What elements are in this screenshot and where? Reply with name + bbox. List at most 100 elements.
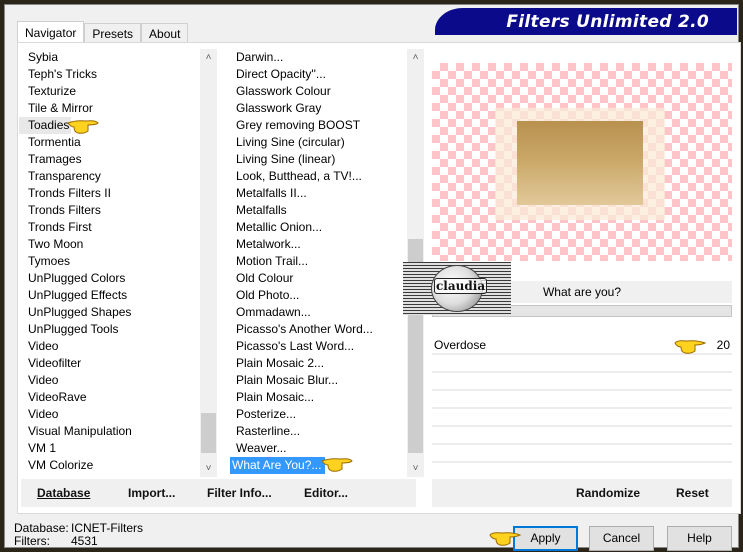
pointing-hand-icon [674,340,707,354]
list-item[interactable]: Tronds Filters II [19,185,201,202]
list-item[interactable]: UnPlugged Colors [19,270,201,287]
database-button[interactable]: Database [37,486,90,500]
tab-navigator[interactable]: Navigator [17,21,85,43]
category-scrollbar[interactable]: ˄ ˅ [200,49,217,477]
help-button[interactable]: Help [667,526,732,551]
list-item[interactable]: Posterize... [227,406,408,423]
parameter-row[interactable] [432,391,732,409]
filters-count-value: 4531 [71,534,98,548]
list-item-label: Texturize [28,84,77,98]
list-item[interactable]: UnPlugged Effects [19,287,201,304]
list-item[interactable]: Ommadawn... [227,304,408,321]
navigator-panel: Sybia Teph's Tricks Texturize Tile & Mirror… [17,42,741,514]
list-item[interactable]: Video [19,372,201,389]
list-item-label: Glasswork Colour [236,84,331,98]
list-item-label: Weaver... [236,441,287,455]
list-item[interactable]: Living Sine (linear) [227,151,408,168]
list-item[interactable]: UnPlugged Tools [19,321,201,338]
list-item-label: Old Colour [236,271,294,285]
left-button-bar: Database Import... Filter Info... Editor… [21,479,416,507]
cancel-button[interactable]: Cancel [589,526,654,551]
list-item-label: Metalwork... [236,237,301,251]
list-item[interactable]: Videofilter [19,355,201,372]
list-item[interactable]: Video [19,338,201,355]
parameter-row[interactable] [432,373,732,391]
parameter-row[interactable] [432,427,732,445]
list-item[interactable]: Plain Mosaic 2... [227,355,408,372]
right-button-bar: Randomize Reset [432,479,732,507]
list-item[interactable]: Picasso's Last Word... [227,338,408,355]
list-item-label: UnPlugged Shapes [28,305,132,319]
list-item[interactable]: Glasswork Gray [227,100,408,117]
list-item[interactable]: VM Distortion [19,474,201,477]
list-item-label: Living Sine (linear) [236,152,336,166]
list-item[interactable]: Weaver... [227,440,408,457]
list-item[interactable]: Sybia [19,49,201,66]
parameter-row[interactable] [432,355,732,373]
list-item[interactable]: Two Moon [19,236,201,253]
list-item[interactable]: Video [19,406,201,423]
list-item[interactable]: Tile & Mirror [19,100,201,117]
list-item[interactable]: Direct Opacity''... [227,66,408,83]
watermark-text: claudia [434,278,488,294]
filter-list[interactable]: Darwin... Direct Opacity''... Glasswork Co… [227,49,408,477]
list-item[interactable]: Transparency [19,168,201,185]
list-item-label: Sybia [28,50,59,64]
tab-presets[interactable]: Presets [84,23,142,43]
list-item[interactable]: VM 1 [19,440,201,457]
reset-button[interactable]: Reset [676,486,709,500]
list-item[interactable]: Tormentia [19,134,201,151]
list-item[interactable]: Teph's Tricks [19,66,201,83]
list-item[interactable]: Motion Trail... [227,253,408,270]
parameter-row[interactable] [432,409,732,427]
list-item[interactable]: UnPlugged Shapes [19,304,201,321]
list-item[interactable]: Texturize [19,83,201,100]
scroll-up-icon[interactable]: ˄ [407,49,424,66]
apply-button[interactable]: Apply [513,526,578,551]
list-item-label: Rasterline... [236,424,301,438]
randomize-button[interactable]: Randomize [576,486,640,500]
filter-info-button[interactable]: Filter Info... [207,486,272,500]
list-item[interactable]: Picasso's Another Word... [227,321,408,338]
list-item[interactable]: Toadies [19,117,201,134]
category-list[interactable]: Sybia Teph's Tricks Texturize Tile & Mirror… [19,49,201,477]
scroll-down-icon[interactable]: ˅ [407,460,424,477]
list-item-label: Teph's Tricks [28,67,97,81]
list-item[interactable]: Tymoes [19,253,201,270]
list-item[interactable]: Tronds Filters [19,202,201,219]
list-item[interactable]: Rasterline... [227,423,408,440]
list-item[interactable]: Metalfalls II... [227,185,408,202]
list-item[interactable]: Tronds First [19,219,201,236]
scroll-thumb[interactable] [201,413,216,453]
list-item[interactable]: Look, Butthead, a TV!... [227,168,408,185]
list-item[interactable]: VM Colorize [19,457,201,474]
list-item[interactable]: Darwin... [227,49,408,66]
list-item[interactable]: Metalwork... [227,236,408,253]
list-item-label: Metalfalls II... [236,186,307,200]
list-item-label: Old Photo... [236,288,300,302]
scroll-down-icon[interactable]: ˅ [200,460,217,477]
list-item[interactable]: Old Photo... [227,287,408,304]
list-item[interactable]: Glasswork Colour [227,83,408,100]
tab-about[interactable]: About [141,23,189,43]
list-item[interactable]: What Are You?... [227,457,408,474]
list-item-label: Transparency [28,169,101,183]
scroll-up-icon[interactable]: ˄ [200,49,217,66]
list-item[interactable]: Grey removing BOOST [227,117,408,134]
list-item[interactable]: Visual Manipulation [19,423,201,440]
list-item[interactable]: Tramages [19,151,201,168]
list-item[interactable]: Metalfalls [227,202,408,219]
list-item[interactable]: VideoRave [19,389,201,406]
list-item[interactable]: Metallic Onion... [227,219,408,236]
import-button[interactable]: Import... [128,486,175,500]
editor-button[interactable]: Editor... [304,486,348,500]
list-item-label: Videofilter [28,356,82,370]
list-item-label: Video [28,407,59,421]
list-item[interactable]: Plain Mosaic... [227,389,408,406]
list-item[interactable]: Old Colour [227,270,408,287]
list-item-label: Living Sine (circular) [236,135,345,149]
parameter-row[interactable] [432,445,732,463]
list-item[interactable]: Living Sine (circular) [227,134,408,151]
list-item[interactable]: Plain Mosaic Blur... [227,372,408,389]
parameter-value: 20 [716,338,730,352]
